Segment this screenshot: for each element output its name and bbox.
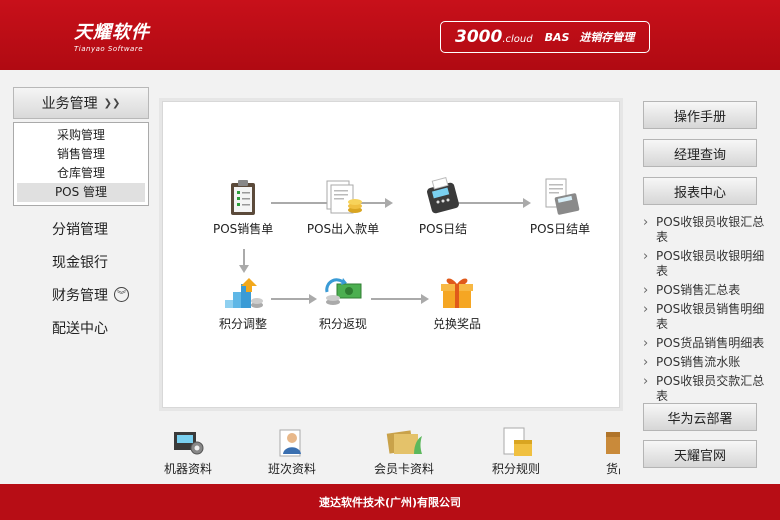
pos-terminal-icon bbox=[427, 177, 459, 214]
receipt-calculator-icon bbox=[545, 178, 580, 215]
rules-box-icon bbox=[503, 427, 532, 456]
product-desc: 进销存管理 bbox=[579, 31, 635, 44]
sidebar-item-label: 财务管理 bbox=[52, 287, 108, 304]
report-link[interactable]: POS销售流水账 bbox=[643, 355, 768, 370]
logo: 天耀软件 Tianyao Software bbox=[74, 18, 150, 53]
flow-label: POS出入款单 bbox=[306, 222, 380, 236]
report-link[interactable]: POS收银员收银明细表 bbox=[643, 249, 768, 279]
member-card-icon bbox=[386, 430, 422, 454]
menu-business-management[interactable]: 业务管理 ❯❯ bbox=[13, 87, 149, 119]
product-name: 3000.cloud bbox=[455, 27, 533, 47]
flow-points-adjust[interactable]: 积分调整 bbox=[213, 272, 273, 332]
sidebar-item-distribution[interactable]: 分销管理 bbox=[13, 212, 149, 245]
cash-return-icon bbox=[325, 278, 362, 305]
business-submenu: 采购管理 销售管理 仓库管理 POS 管理 bbox=[13, 122, 149, 206]
flow-arrow bbox=[239, 249, 249, 273]
machine-gear-icon bbox=[174, 432, 204, 455]
flow-label: POS日结 bbox=[418, 222, 468, 236]
flow-pos-cash-in-out[interactable]: POS出入款单 bbox=[303, 177, 383, 237]
official-site-button[interactable]: 天耀官网 bbox=[643, 440, 757, 468]
flow-label: 兑换奖品 bbox=[432, 317, 481, 331]
sidebar-item-cash-bank[interactable]: 现金银行 bbox=[13, 245, 149, 278]
manager-query-button[interactable]: 经理查询 bbox=[643, 139, 757, 167]
shortcut-label: 班次资料 bbox=[267, 462, 316, 476]
bottom-shortcut-bar: 机器资料 班次资料 会员卡资料 积分规则 货品 bbox=[162, 418, 620, 482]
sidebar-item-label: 配送中心 bbox=[52, 320, 108, 337]
shortcut-goods[interactable]: 货品 bbox=[592, 424, 620, 477]
flow-label: 积分返现 bbox=[318, 317, 367, 331]
flow-points-cashback[interactable]: 积分返现 bbox=[313, 272, 373, 332]
shortcut-member-card[interactable]: 会员卡资料 bbox=[370, 424, 438, 477]
manual-button[interactable]: 操作手册 bbox=[643, 101, 757, 129]
sidebar-item-delivery[interactable]: 配送中心 bbox=[13, 311, 149, 344]
flow-pos-daily-close[interactable]: POS日结 bbox=[413, 177, 473, 237]
documents-coins-icon bbox=[326, 180, 362, 214]
submenu-item-warehouse[interactable]: 仓库管理 bbox=[17, 164, 145, 183]
goods-box-icon bbox=[606, 432, 620, 454]
submenu-item-pos[interactable]: POS 管理 bbox=[17, 183, 145, 202]
header-bar: 天耀软件 Tianyao Software 3000.cloud BAS 进销存… bbox=[0, 0, 780, 70]
report-center-button[interactable]: 报表中心 bbox=[643, 177, 757, 205]
stairs-coins-icon bbox=[225, 278, 263, 308]
shortcut-machine-info[interactable]: 机器资料 bbox=[162, 424, 214, 477]
shortcut-label: 货品 bbox=[605, 462, 620, 476]
footer-company: 速达软件技术(广州)有限公司 bbox=[318, 496, 462, 509]
footer-bar: 速达软件技术(广州)有限公司 bbox=[0, 484, 780, 520]
gift-icon bbox=[441, 278, 473, 308]
shortcut-label: 会员卡资料 bbox=[373, 462, 434, 476]
report-link[interactable]: POS收银员销售明细表 bbox=[643, 302, 768, 332]
product-badge: 3000.cloud BAS 进销存管理 bbox=[440, 21, 650, 53]
submenu-item-sales[interactable]: 销售管理 bbox=[17, 145, 145, 164]
pos-flow-panel: POS销售单 POS出入款单 POS日结 POS日结单 积分调整 积分返现 兑换… bbox=[162, 101, 620, 408]
flow-pos-daily-report[interactable]: POS日结单 bbox=[525, 177, 595, 237]
staff-person-icon bbox=[279, 429, 301, 457]
flow-redeem-prizes[interactable]: 兑换奖品 bbox=[427, 272, 487, 332]
shortcut-label: 积分规则 bbox=[491, 462, 540, 476]
clipboard-icon bbox=[231, 180, 255, 215]
flow-label: POS销售单 bbox=[213, 222, 274, 236]
logo-text-cn: 天耀软件 bbox=[74, 22, 150, 43]
flow-label: POS日结单 bbox=[529, 222, 591, 236]
submenu-item-purchase[interactable]: 采购管理 bbox=[17, 126, 145, 145]
right-sidebar: 操作手册 经理查询 报表中心 bbox=[643, 101, 757, 205]
shortcut-label: 机器资料 bbox=[163, 462, 212, 476]
huawei-cloud-button[interactable]: 华为云部署 bbox=[643, 403, 757, 431]
sidebar-item-label: 现金银行 bbox=[52, 254, 108, 271]
report-link[interactable]: POS收银员收银汇总表 bbox=[643, 215, 768, 245]
sidebar-item-label: 分销管理 bbox=[52, 221, 108, 238]
flow-arrow bbox=[371, 294, 429, 304]
report-link[interactable]: POS销售汇总表 bbox=[643, 283, 768, 298]
logo-text-en: Tianyao Software bbox=[74, 45, 144, 53]
sidebar-item-finance[interactable]: 财务管理 ︾ bbox=[13, 278, 149, 311]
chevron-down-circle-icon: ︾ bbox=[114, 287, 129, 302]
flow-pos-sales-order[interactable]: POS销售单 bbox=[213, 177, 273, 237]
double-chevron-down-icon: ❯❯ bbox=[103, 97, 121, 109]
product-tag: BAS bbox=[544, 30, 570, 44]
flow-label: 积分调整 bbox=[218, 317, 267, 331]
report-list: POS收银员收银汇总表 POS收银员收银明细表 POS销售汇总表 POS收银员销… bbox=[643, 215, 768, 401]
shortcut-points-rules[interactable]: 积分规则 bbox=[490, 424, 542, 477]
menu-business-label: 业务管理 bbox=[41, 96, 98, 112]
left-sidebar: 业务管理 ❯❯ 采购管理 销售管理 仓库管理 POS 管理 分销管理 现金银行 … bbox=[13, 87, 149, 344]
report-link[interactable]: POS货品销售明细表 bbox=[643, 336, 768, 351]
report-link[interactable]: POS收银员交款汇总表 bbox=[643, 374, 768, 401]
flow-arrow bbox=[271, 294, 317, 304]
shortcut-shift-info[interactable]: 班次资料 bbox=[266, 424, 318, 477]
